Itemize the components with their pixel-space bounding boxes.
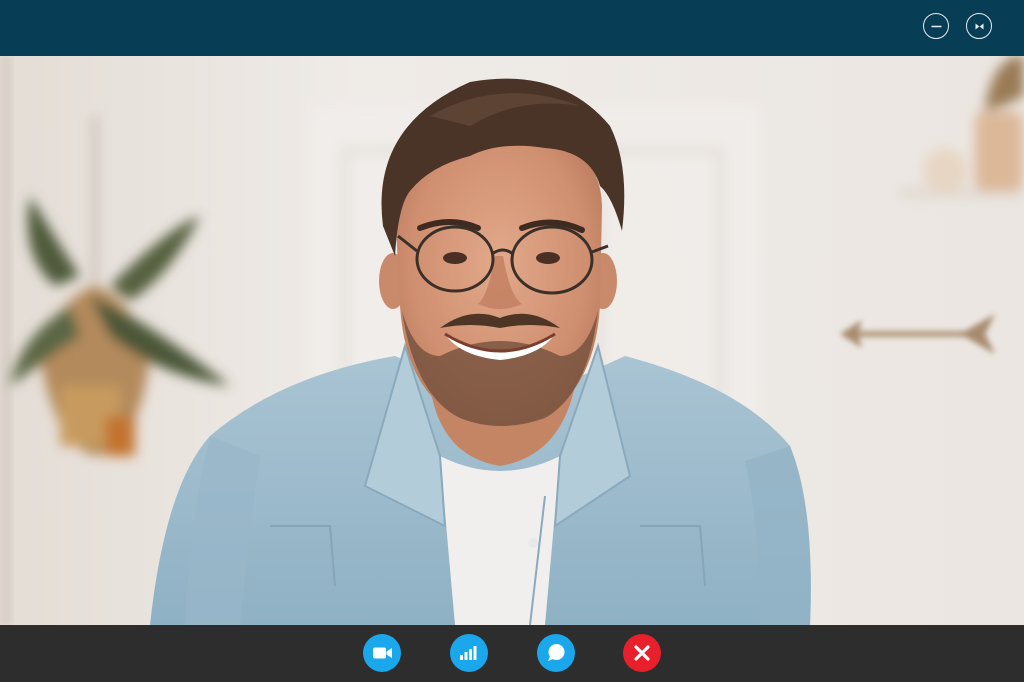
connection-quality-button[interactable] (450, 634, 488, 672)
close-icon (623, 634, 661, 672)
participant-video (0, 56, 1024, 625)
camera-toggle-button[interactable] (363, 634, 401, 672)
restore-icon (975, 23, 984, 30)
video-feed (0, 56, 1024, 625)
signal-strength-icon (450, 634, 488, 672)
minimize-button[interactable] (923, 13, 949, 39)
video-camera-icon (363, 634, 401, 672)
restore-button[interactable] (966, 13, 992, 39)
call-control-bar (0, 625, 1024, 682)
minimize-icon (931, 25, 942, 28)
title-bar (0, 0, 1024, 56)
chat-button[interactable] (537, 634, 575, 672)
end-call-button[interactable] (623, 634, 661, 672)
chat-bubble-icon (537, 634, 575, 672)
video-call-window (0, 0, 1024, 682)
